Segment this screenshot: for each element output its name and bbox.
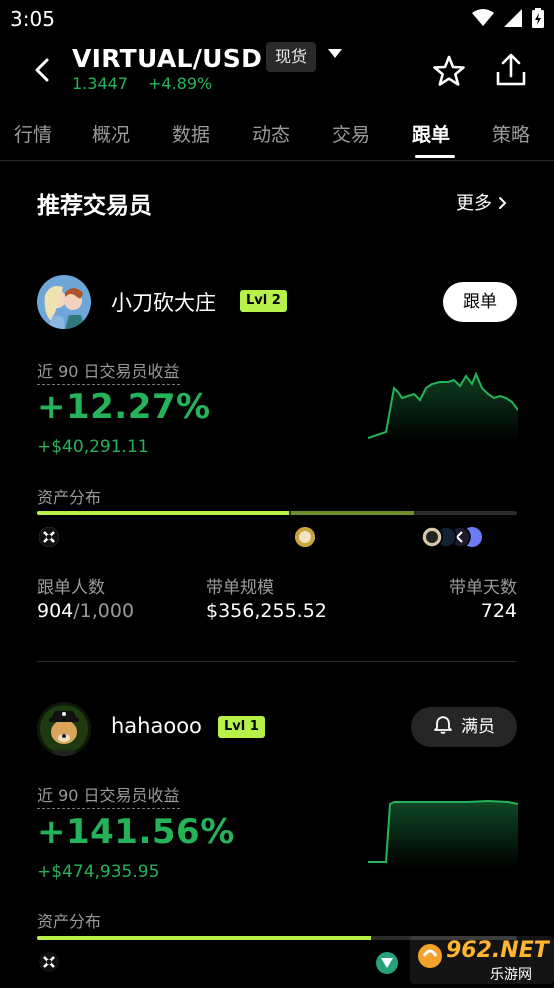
signal-icon xyxy=(504,9,522,27)
aum-label: 带单规模 xyxy=(206,578,274,598)
last-price: 1.3447 xyxy=(72,74,128,93)
bell-icon xyxy=(434,716,452,734)
lead-days-label: 带单天数 xyxy=(449,578,517,598)
trader-avatar[interactable] xyxy=(37,275,91,329)
roi-sparkline xyxy=(368,371,518,442)
followers-label: 跟单人数 xyxy=(37,578,105,598)
roi-sparkline xyxy=(368,799,518,868)
tether-coin-icon xyxy=(376,952,398,974)
lead-days-value: 724 xyxy=(480,600,517,622)
x-token-icon xyxy=(39,952,59,972)
roi-value: +12.27% xyxy=(37,387,211,427)
price-change: +4.89% xyxy=(148,74,213,93)
tab-trade[interactable]: 交易 xyxy=(332,120,370,147)
doge-coin-icon xyxy=(295,527,315,547)
x-token-icon xyxy=(39,527,59,547)
pnl-value: +$474,935.95 xyxy=(37,862,160,882)
distribution-segment xyxy=(37,936,371,940)
section-title: 推荐交易员 xyxy=(37,193,152,219)
followers-value: 904/1,000 xyxy=(37,600,134,622)
trader-card[interactable]: 小刀砍大庄 Lvl 2 跟单 近 90 日交易员收益 +12.27% +$40,… xyxy=(0,270,554,662)
trader-avatar[interactable] xyxy=(37,702,91,756)
level-badge: Lvl 2 xyxy=(240,290,287,312)
asset-distribution-label: 资产分布 xyxy=(37,488,102,507)
tab-feed[interactable]: 动态 xyxy=(252,120,290,147)
status-time: 3:05 xyxy=(10,7,55,31)
tab-overview[interactable]: 概况 xyxy=(92,120,130,147)
asset-distribution-bar xyxy=(37,511,517,515)
trader-name[interactable]: 小刀砍大庄 xyxy=(111,287,216,317)
status-bar: 3:05 xyxy=(0,0,554,38)
chevron-right-icon xyxy=(498,197,507,209)
full-label: 满员 xyxy=(461,717,495,737)
trader-name[interactable]: hahaooo xyxy=(111,714,202,738)
tab-copy-trading[interactable]: 跟单 xyxy=(412,120,450,147)
market-type-badge[interactable]: 现货 xyxy=(266,42,317,72)
roi-label[interactable]: 近 90 日交易员收益 xyxy=(37,358,180,385)
battery-icon xyxy=(532,8,544,28)
pair-header: VIRTUAL/USD 现货 1.3447 +4.89% xyxy=(0,38,554,108)
distribution-segment xyxy=(291,511,415,515)
tab-market[interactable]: 行情 xyxy=(14,120,52,147)
site-watermark: 962.NET 乐游网 xyxy=(410,930,554,984)
follow-button[interactable]: 跟单 xyxy=(443,282,517,322)
more-label: 更多 xyxy=(456,193,492,214)
level-badge: Lvl 1 xyxy=(218,716,265,738)
active-tab-indicator xyxy=(415,155,455,158)
watermark-brand: 962.NET xyxy=(446,938,549,963)
asset-distribution-label: 资产分布 xyxy=(37,912,102,931)
dropdown-caret-icon[interactable] xyxy=(328,49,342,59)
tab-data[interactable]: 数据 xyxy=(172,120,210,147)
pair-title[interactable]: VIRTUAL/USD xyxy=(72,44,262,73)
share-icon[interactable] xyxy=(494,52,528,88)
watermark-sub: 乐游网 xyxy=(490,967,532,983)
roi-value: +141.56% xyxy=(37,812,235,852)
tab-strategy[interactable]: 策略 xyxy=(492,120,530,147)
status-icons xyxy=(472,8,544,28)
followers-count: 904 xyxy=(37,600,74,622)
distribution-segment xyxy=(37,511,290,515)
pnl-value: +$40,291.11 xyxy=(37,437,149,457)
wifi-icon xyxy=(472,9,494,26)
detail-tabs: 行情 概况 数据 动态 交易 跟单 策略 xyxy=(0,108,554,161)
more-link[interactable]: 更多 xyxy=(456,189,508,215)
more-coins-icons xyxy=(420,526,484,548)
favorite-star-icon[interactable] xyxy=(432,54,466,88)
roi-label[interactable]: 近 90 日交易员收益 xyxy=(37,782,180,809)
back-arrow-icon[interactable] xyxy=(28,52,58,88)
card-divider xyxy=(37,661,517,662)
followers-capacity: /1,000 xyxy=(73,600,135,622)
aum-value: $356,255.52 xyxy=(206,600,327,622)
full-button[interactable]: 满员 xyxy=(411,707,517,747)
